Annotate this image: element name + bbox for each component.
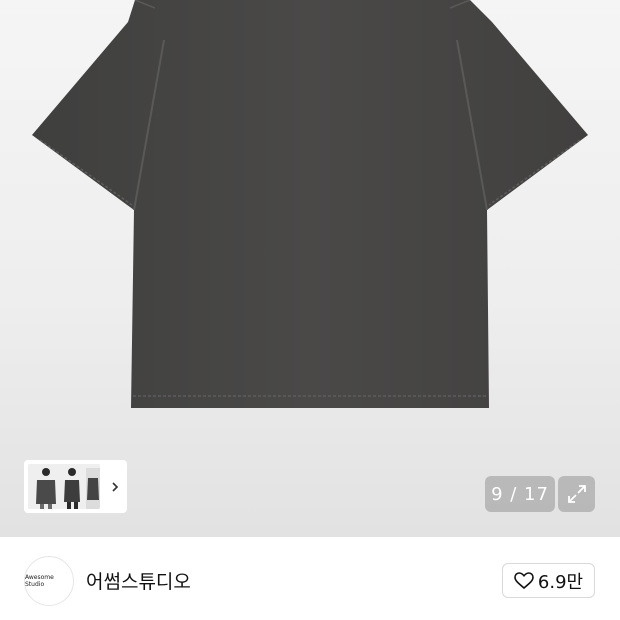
product-image-gallery[interactable]: 9 / 17 [0, 0, 620, 537]
thumbnail-strip[interactable] [24, 460, 127, 513]
chevron-right-icon[interactable] [109, 481, 121, 493]
product-image [32, 0, 588, 408]
expand-arrows-icon [567, 485, 586, 503]
model-thumbnail [28, 464, 100, 509]
image-counter: 9 / 17 [485, 476, 555, 512]
thumbnail-image[interactable] [28, 464, 100, 509]
expand-button[interactable] [558, 476, 595, 512]
shop-logo-text: Awesome Studio [25, 574, 54, 588]
like-button[interactable]: 6.9만 [502, 563, 595, 598]
like-count: 6.9만 [537, 571, 584, 593]
shop-name[interactable]: 어썸스튜디오 [86, 567, 191, 594]
shop-bar: Awesome Studio 어썸스튜디오 6.9만 [0, 537, 620, 620]
shop-logo[interactable]: Awesome Studio [24, 556, 74, 606]
heart-icon [514, 571, 534, 589]
